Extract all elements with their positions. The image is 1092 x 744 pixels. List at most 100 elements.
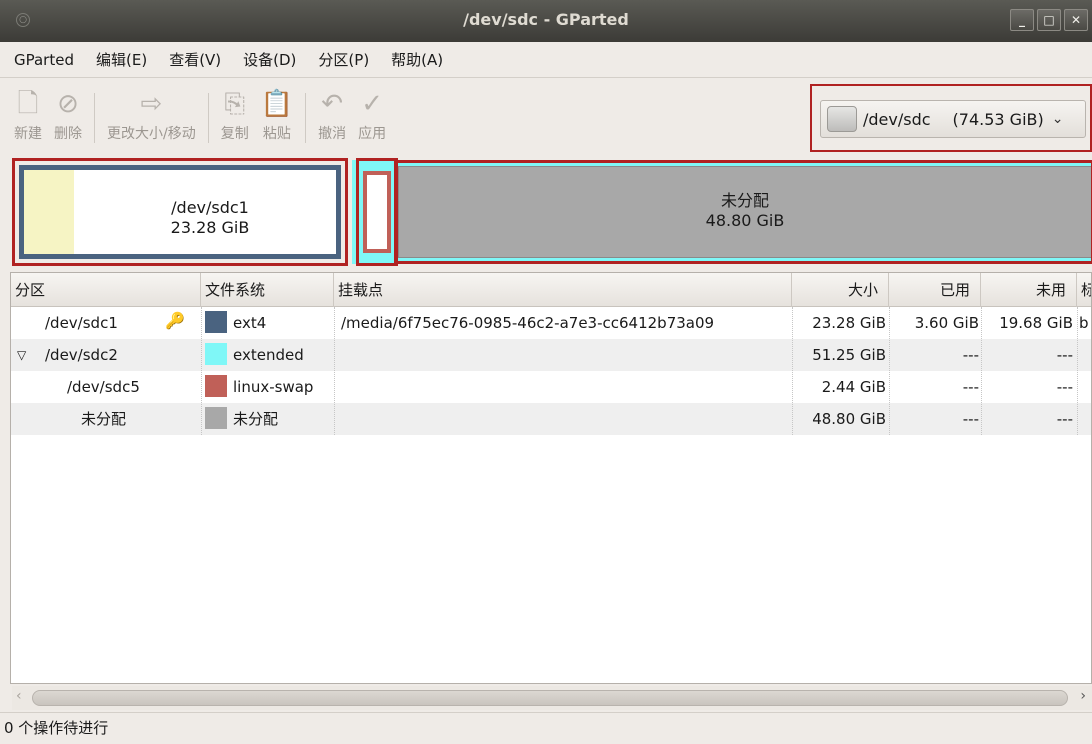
new-button[interactable]: 🗋 新建 — [14, 89, 42, 143]
column-partition[interactable]: 分区 — [11, 273, 201, 307]
unallocated-block[interactable]: 未分配 48.80 GiB — [398, 166, 1092, 258]
resize-label: 更改大小/移动 — [107, 126, 196, 142]
row-partition: /dev/sdc5 — [67, 378, 140, 396]
column-filesystem[interactable]: 文件系统 — [201, 273, 334, 307]
title-bar: ○ /dev/sdc - GParted _ □ ✕ — [0, 0, 1092, 42]
column-used[interactable]: 已用 — [889, 273, 981, 307]
column-size[interactable]: 大小 — [792, 273, 889, 307]
scroll-left-icon[interactable]: ‹ — [16, 688, 22, 704]
menu-view[interactable]: 查看(V) — [169, 49, 221, 70]
device-selector[interactable]: /dev/sdc (74.53 GiB) ⌄ — [820, 100, 1086, 138]
partition-sdc5-block[interactable] — [363, 171, 391, 253]
expander-down-icon[interactable]: ▽ — [17, 339, 26, 371]
table-row[interactable]: ▽ /dev/sdc2 extended 51.25 GiB --- --- — [11, 339, 1091, 371]
table-row[interactable]: /dev/sdc5 linux-swap 2.44 GiB --- --- — [11, 371, 1091, 403]
menu-bar: GParted 编辑(E) 查看(V) 设备(D) 分区(P) 帮助(A) — [0, 42, 1092, 78]
row-used: --- — [962, 346, 979, 364]
row-used: --- — [962, 378, 979, 396]
device-name: /dev/sdc — [863, 109, 931, 129]
new-label: 新建 — [14, 126, 42, 142]
copy-icon: ⎘ — [224, 89, 246, 119]
row-size: 48.80 GiB — [812, 410, 886, 428]
delete-button[interactable]: ⊘ 删除 — [54, 89, 82, 143]
paste-icon: 📋 — [260, 89, 294, 119]
column-divider — [981, 307, 982, 435]
row-unused: --- — [1056, 410, 1073, 428]
partition-sdc5-highlight — [356, 158, 398, 266]
key-icon: 🔑 — [165, 311, 185, 330]
row-unused: --- — [1056, 346, 1073, 364]
column-divider — [334, 307, 335, 435]
partition-sdc1-graph-size: 23.28 GiB — [170, 218, 250, 237]
row-size: 51.25 GiB — [812, 346, 886, 364]
paste-button[interactable]: 📋 粘贴 — [261, 89, 293, 143]
row-unused: --- — [1056, 378, 1073, 396]
left-margin — [0, 270, 10, 710]
apply-icon: ✓ — [361, 89, 383, 119]
partition-sdc1-highlight: /dev/sdc1 23.28 GiB — [12, 158, 348, 266]
partition-sdc1-block[interactable]: /dev/sdc1 23.28 GiB — [19, 165, 341, 259]
apply-button[interactable]: ✓ 应用 — [358, 89, 386, 143]
new-icon: 🗋 — [17, 89, 39, 119]
copy-button[interactable]: ⎘ 复制 — [221, 89, 249, 143]
toolbar-separator — [94, 93, 95, 143]
partition-graph: /dev/sdc1 23.28 GiB 未分配 48.80 GiB — [0, 158, 1092, 270]
unallocated-graph-label: 未分配 48.80 GiB — [399, 191, 1091, 231]
column-unused[interactable]: 未用 — [981, 273, 1077, 307]
row-partition: /dev/sdc1 — [45, 314, 118, 332]
menu-gparted[interactable]: GParted — [14, 51, 74, 69]
harddisk-icon — [827, 106, 857, 132]
row-partition: /dev/sdc2 — [45, 346, 118, 364]
row-filesystem: 未分配 — [205, 403, 278, 435]
unallocated-graph-name: 未分配 — [720, 191, 769, 210]
resize-move-button[interactable]: ⇨ 更改大小/移动 — [107, 89, 196, 143]
partition-sdc1-graph-label: /dev/sdc1 23.28 GiB — [84, 198, 336, 238]
device-selector-highlight: /dev/sdc (74.53 GiB) ⌄ — [810, 84, 1092, 152]
row-filesystem-label: extended — [233, 346, 304, 364]
column-divider — [1077, 307, 1078, 435]
close-button[interactable]: ✕ — [1064, 9, 1088, 31]
row-filesystem: linux-swap — [205, 371, 313, 403]
undo-label: 撤消 — [318, 126, 347, 142]
toolbar-separator — [305, 93, 307, 143]
ext4-swatch — [205, 311, 227, 333]
undo-button[interactable]: ↶ 撤消 — [318, 89, 346, 143]
horizontal-scrollbar[interactable]: ‹ › — [12, 686, 1092, 710]
table-row[interactable]: 未分配 未分配 48.80 GiB --- --- — [11, 403, 1091, 435]
row-size: 23.28 GiB — [812, 314, 886, 332]
row-used: 3.60 GiB — [914, 314, 979, 332]
column-flags[interactable]: 标 — [1077, 273, 1091, 307]
toolbar-separator — [207, 93, 209, 143]
menu-device[interactable]: 设备(D) — [243, 49, 296, 70]
menu-edit[interactable]: 编辑(E) — [96, 49, 147, 70]
menu-partition[interactable]: 分区(P) — [318, 49, 369, 70]
row-mountpoint: /media/6f75ec76-0985-46c2-a7e3-cc6412b73… — [341, 314, 715, 332]
menu-help[interactable]: 帮助(A) — [391, 49, 443, 70]
paste-label: 粘贴 — [262, 126, 291, 142]
scrollbar-thumb[interactable] — [32, 690, 1068, 706]
row-size: 2.44 GiB — [821, 378, 886, 396]
row-unused: 19.68 GiB — [999, 314, 1073, 332]
minimize-button[interactable]: _ — [1010, 9, 1034, 31]
column-divider — [792, 307, 793, 435]
linux-swap-swatch — [205, 375, 227, 397]
row-filesystem-label: 未分配 — [233, 410, 279, 428]
row-filesystem: extended — [205, 339, 304, 371]
column-mountpoint[interactable]: 挂载点 — [334, 273, 792, 307]
row-filesystem-label: ext4 — [233, 314, 267, 332]
unallocated-graph-size: 48.80 GiB — [705, 211, 785, 230]
window-title: /dev/sdc - GParted — [463, 10, 629, 29]
column-divider — [201, 307, 202, 435]
partition-table: 分区 文件系统 挂载点 大小 已用 未用 标 /dev/sdc1 🔑 ext4 … — [10, 272, 1092, 684]
maximize-button[interactable]: □ — [1037, 9, 1061, 31]
column-divider — [889, 307, 890, 435]
table-header: 分区 文件系统 挂载点 大小 已用 未用 标 — [11, 273, 1091, 307]
device-size: (74.53 GiB) — [952, 109, 1044, 129]
extended-swatch — [205, 343, 227, 365]
unallocated-swatch — [205, 407, 227, 429]
row-filesystem-label: linux-swap — [233, 378, 314, 396]
undo-icon: ↶ — [321, 89, 343, 119]
row-partition: 未分配 — [81, 410, 127, 428]
table-row[interactable]: /dev/sdc1 🔑 ext4 /media/6f75ec76-0985-46… — [11, 307, 1091, 339]
scroll-right-icon[interactable]: › — [1080, 688, 1086, 704]
